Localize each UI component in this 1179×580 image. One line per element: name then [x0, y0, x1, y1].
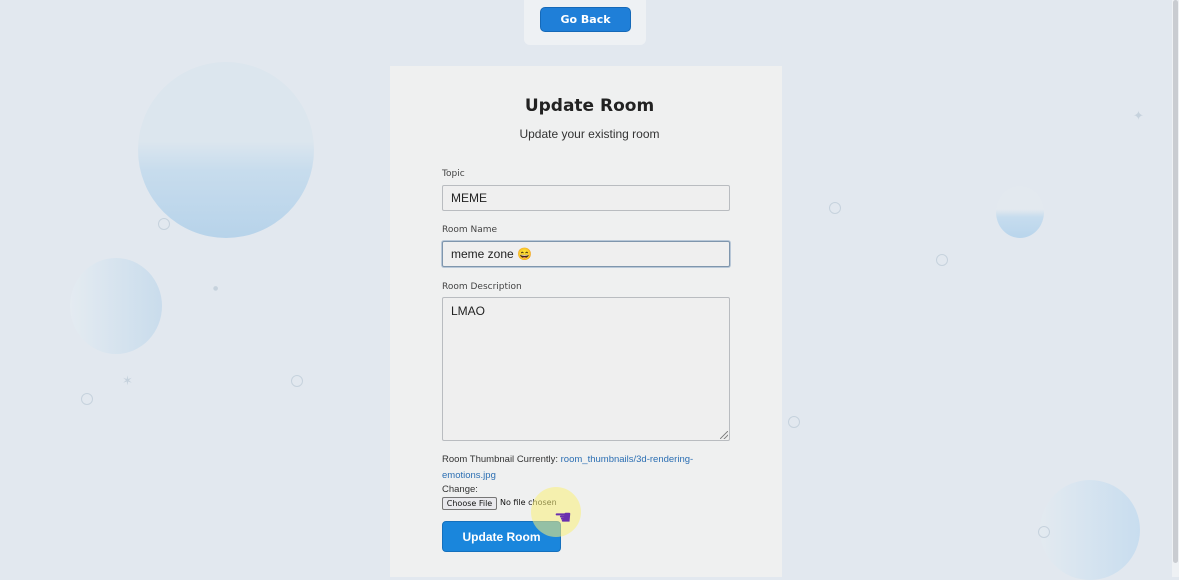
- decorative-bubble: [70, 258, 162, 354]
- room-description-label: Room Description: [442, 282, 522, 292]
- page-title: Update Room: [524, 96, 655, 116]
- room-description-value: LMAO: [451, 304, 486, 318]
- current-thumbnail-link-part2[interactable]: emotions.jpg: [442, 470, 496, 481]
- decorative-ring: [81, 393, 93, 405]
- decorative-ring: [788, 416, 800, 428]
- thumbnail-label: Room Thumbnail: [442, 454, 515, 465]
- update-room-button[interactable]: Update Room: [442, 521, 561, 552]
- currently-label: Currently:: [516, 454, 558, 465]
- topic-label: Topic: [442, 169, 465, 179]
- resize-grip-icon[interactable]: [720, 431, 728, 439]
- sparkle-icon: ●: [213, 285, 219, 292]
- decorative-bubble: [996, 186, 1044, 238]
- page-scrollbar[interactable]: [1172, 0, 1179, 577]
- thumbnail-info: Room Thumbnail Currently: room_thumbnail…: [442, 452, 712, 484]
- room-name-label: Room Name: [442, 225, 498, 235]
- decorative-ring: [1038, 526, 1050, 538]
- sparkle-icon: ✶: [122, 374, 133, 389]
- decorative-ring: [291, 375, 303, 387]
- current-thumbnail-link-part1[interactable]: room_thumbnails/3d-rendering-: [561, 454, 694, 465]
- decorative-ring: [829, 202, 841, 214]
- change-label: Change:: [442, 484, 478, 495]
- decorative-bubble: [1040, 480, 1140, 580]
- go-back-button[interactable]: Go Back: [540, 7, 631, 32]
- decorative-bubble: [138, 62, 314, 238]
- decorative-ring: [158, 218, 170, 230]
- page-subtitle: Update your existing room: [519, 127, 660, 141]
- decorative-ring: [936, 254, 948, 266]
- scrollbar-thumb[interactable]: [1173, 0, 1178, 563]
- room-description-textarea[interactable]: LMAO: [442, 297, 730, 441]
- topic-input[interactable]: MEME: [442, 185, 730, 211]
- room-name-input[interactable]: meme zone 😄: [442, 241, 730, 267]
- choose-file-button[interactable]: Choose File: [442, 497, 497, 510]
- no-file-chosen-text: No file chosen: [500, 498, 557, 507]
